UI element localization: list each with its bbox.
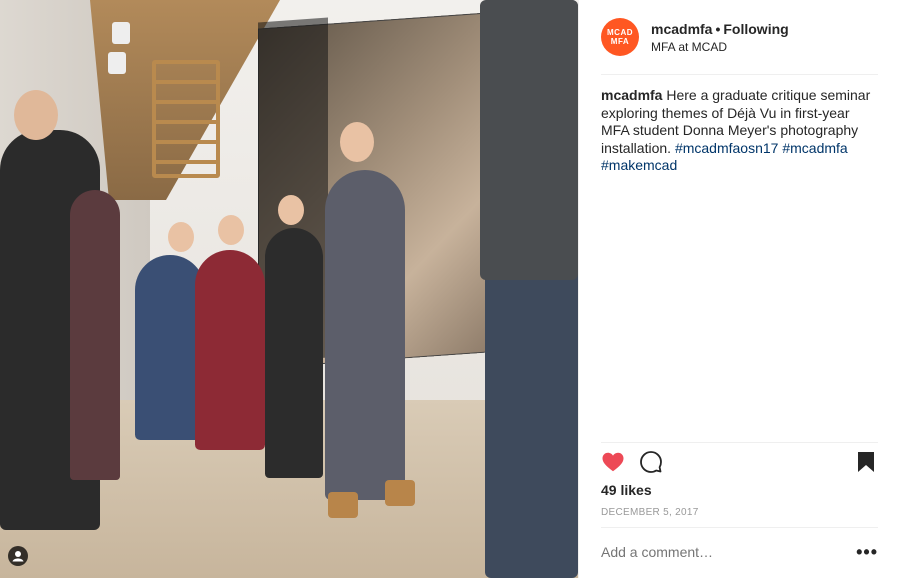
person-head [278, 195, 304, 225]
tagged-user-icon[interactable] [8, 546, 28, 566]
suspended-chair [152, 60, 220, 178]
hashtag-link[interactable]: #makemcad [601, 157, 677, 173]
header-line: mcadmfa • Following [651, 21, 789, 37]
account-username[interactable]: mcadmfa [651, 21, 712, 37]
comment-form: ••• [601, 540, 878, 564]
person-silhouette [325, 170, 405, 500]
comment-divider [601, 527, 878, 528]
hashtag-link[interactable]: #mcadmfa [782, 140, 847, 156]
person-jacket [480, 0, 578, 280]
heart-filled-icon[interactable] [601, 450, 625, 474]
person-silhouette [70, 190, 120, 480]
bookmark-icon[interactable] [854, 450, 878, 474]
avatar-text-line1: MCAD [607, 28, 633, 37]
header-text: mcadmfa • Following MFA at MCAD [651, 21, 789, 54]
person-silhouette [265, 228, 323, 478]
follow-status-button[interactable]: Following [723, 21, 788, 37]
post-date[interactable]: DECEMBER 5, 2017 [601, 507, 699, 518]
location-link[interactable]: MFA at MCAD [651, 40, 789, 54]
post-header: MCAD MFA mcadmfa • Following MFA at MCAD [579, 0, 900, 74]
person-head [340, 122, 374, 162]
track-light [108, 52, 126, 74]
action-bar [601, 442, 878, 478]
more-options-button[interactable]: ••• [856, 542, 878, 563]
person-boot [385, 480, 415, 506]
instagram-post: MCAD MFA mcadmfa • Following MFA at MCAD m… [0, 0, 900, 578]
track-light [112, 22, 130, 44]
avatar-text-line2: MFA [610, 37, 630, 46]
person-head [218, 215, 244, 245]
post-photo[interactable] [0, 0, 578, 578]
post-caption: mcadmfa Here a graduate critique seminar… [579, 75, 900, 175]
post-details-panel: MCAD MFA mcadmfa • Following MFA at MCAD m… [578, 0, 900, 578]
caption-username[interactable]: mcadmfa [601, 87, 662, 103]
person-silhouette [195, 250, 265, 450]
likes-count[interactable]: 49 likes [601, 482, 652, 498]
hashtag-link[interactable]: #mcadmfaosn17 [675, 140, 779, 156]
comment-bubble-icon[interactable] [639, 450, 663, 474]
person-head [14, 90, 58, 140]
comment-input[interactable] [601, 544, 857, 560]
action-divider [601, 442, 878, 443]
account-avatar[interactable]: MCAD MFA [601, 18, 639, 56]
person-head [168, 222, 194, 252]
person-boot [328, 492, 358, 518]
separator-dot: • [715, 20, 721, 37]
